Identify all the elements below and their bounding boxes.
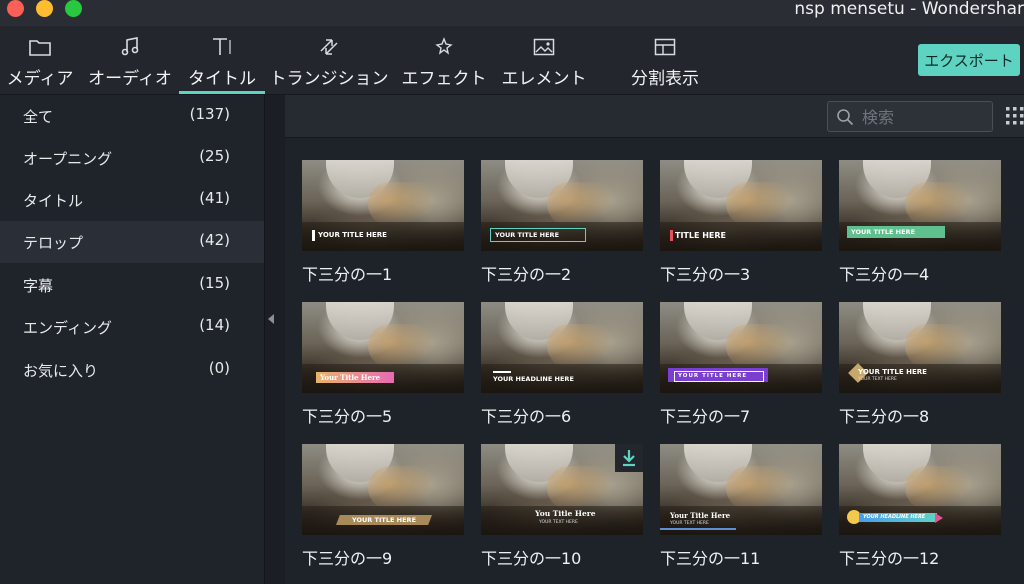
sidebar-item-count: (137): [189, 105, 230, 123]
sidebar-item-count: (15): [199, 274, 230, 292]
sidebar-item-count: (14): [199, 316, 230, 334]
tab-transitions[interactable]: トランジション: [269, 26, 389, 94]
panel-divider[interactable]: [264, 95, 286, 584]
template-label: 下三分の一4: [839, 265, 930, 284]
sidebar-item-label: オープニング: [23, 150, 113, 168]
overlay-text: YOUR TITLE HERE: [352, 516, 417, 524]
sidebar-item-opening[interactable]: オープニング (25): [0, 137, 264, 179]
overlay-text: YOUR TITLE HERE: [851, 228, 916, 236]
overlay-text: YOUR TITLE HERE: [858, 368, 927, 376]
overlay-subtext: YOUR TEXT HERE: [539, 520, 578, 525]
overlay-text: YOUR HEADLINE HERE: [863, 514, 926, 520]
tab-split-screen[interactable]: 分割表示: [625, 26, 705, 94]
template-label: 下三分の一5: [302, 407, 393, 426]
sidebar-item-label: 字幕: [23, 277, 54, 295]
sidebar-item-favorites[interactable]: お気に入り (0): [0, 349, 264, 391]
template-label: 下三分の一3: [660, 265, 751, 284]
sidebar-item-count: (42): [199, 231, 230, 249]
tab-audio[interactable]: オーディオ: [86, 26, 174, 94]
sidebar-item-count: (25): [199, 147, 230, 165]
effect-sparkle-icon: [432, 36, 456, 58]
tab-titles[interactable]: タイトル: [179, 26, 265, 94]
tab-media[interactable]: メディア: [4, 26, 76, 94]
overlay-text: YOUR HEADLINE HERE: [493, 375, 574, 383]
tab-elements-label: エレメント: [501, 69, 587, 89]
tab-effects-label: エフェクト: [401, 69, 487, 89]
template-thumbnail: TITLE HERE: [660, 160, 822, 251]
template-label: 下三分の一9: [302, 549, 393, 568]
sidebar-item-all[interactable]: 全て (137): [0, 95, 264, 137]
overlay-text: YOUR TITLE HERE: [678, 373, 748, 379]
sidebar-item-label: 全て: [23, 108, 54, 126]
template-thumbnail: YOUR TITLE HERE: [839, 160, 1001, 251]
tab-elements[interactable]: エレメント: [500, 26, 588, 94]
template-label: 下三分の一10: [481, 549, 582, 568]
split-screen-icon: [653, 36, 677, 58]
window-titlebar: nsp mensetu - Wondershar: [0, 0, 1024, 26]
close-window-button[interactable]: [7, 0, 24, 17]
search-input[interactable]: [860, 105, 990, 129]
tab-transitions-label: トランジション: [269, 69, 389, 89]
image-element-icon: [532, 36, 556, 58]
overlay-text: YOUR TITLE HERE: [318, 231, 387, 239]
download-icon: [623, 450, 635, 467]
template-label: 下三分の一11: [660, 549, 761, 568]
overlay-text: You Title Here: [535, 509, 596, 518]
template-label: 下三分の一12: [839, 549, 940, 568]
search-box[interactable]: [827, 101, 993, 132]
template-label: 下三分の一2: [481, 265, 572, 284]
overlay-subtext: YOUR TEXT HERE: [858, 377, 897, 382]
folder-icon: [28, 36, 52, 58]
music-note-icon: [118, 36, 142, 58]
template-thumbnail: You Title Here YOUR TEXT HERE: [481, 444, 643, 535]
tab-effects[interactable]: エフェクト: [400, 26, 488, 94]
minimize-window-button[interactable]: [36, 0, 53, 17]
sidebar-item-label: エンディング: [23, 319, 112, 337]
template-label: 下三分の一6: [481, 407, 572, 426]
download-button[interactable]: [615, 444, 643, 472]
zoom-window-button[interactable]: [65, 0, 82, 17]
sidebar-item-count: (41): [199, 189, 230, 207]
template-thumbnail: YOUR HEADLINE HERE: [839, 444, 1001, 535]
transition-icon: [317, 36, 341, 58]
tab-audio-label: オーディオ: [88, 69, 172, 89]
overlay-subtext: YOUR TEXT HERE: [670, 521, 709, 526]
sidebar-item-lower-thirds[interactable]: テロップ (42): [0, 221, 264, 263]
template-thumbnail: YOUR TITLE HERE: [481, 160, 643, 251]
sidebar-item-label: テロップ: [23, 234, 84, 252]
collapse-sidebar-icon[interactable]: [268, 314, 274, 324]
template-thumbnail: YOUR TITLE HERE: [302, 160, 464, 251]
sidebar-item-ending[interactable]: エンディング (14): [0, 306, 264, 348]
template-thumbnail: YOUR TITLE HERE: [302, 444, 464, 535]
sidebar-item-subtitles[interactable]: 字幕 (15): [0, 264, 264, 306]
export-button[interactable]: エクスポート: [918, 44, 1020, 76]
overlay-text: TITLE HERE: [675, 231, 727, 240]
sidebar-item-titles[interactable]: タイトル (41): [0, 179, 264, 221]
sidebar-item-label: お気に入り: [23, 362, 99, 380]
template-thumbnail: Your Title Here YOUR TEXT HERE: [660, 444, 822, 535]
sidebar-item-label: タイトル: [23, 192, 84, 210]
template-thumbnail: YOUR TITLE HERE: [660, 302, 822, 393]
tab-split-screen-label: 分割表示: [631, 69, 699, 89]
template-thumbnail: YOUR TITLE HERE YOUR TEXT HERE: [839, 302, 1001, 393]
sidebar-item-count: (0): [208, 359, 230, 377]
template-thumbnail: YOUR HEADLINE HERE: [481, 302, 643, 393]
tab-titles-label: タイトル: [188, 69, 256, 89]
text-title-icon: [210, 36, 234, 58]
main-toolbar: メディア オーディオ タイトル トランジション エフェクト エレメント 分割表示: [0, 26, 1024, 95]
grid-view-icon[interactable]: [1006, 107, 1024, 125]
overlay-text: YOUR TITLE HERE: [495, 231, 560, 239]
category-sidebar: 全て (137) オープニング (25) タイトル (41) テロップ (42)…: [0, 95, 264, 584]
window-title: nsp mensetu - Wondershar: [794, 0, 1024, 19]
tab-media-label: メディア: [6, 69, 74, 89]
overlay-text: Your Title Here: [320, 373, 381, 382]
template-label: 下三分の一8: [839, 407, 930, 426]
template-label: 下三分の一7: [660, 407, 751, 426]
overlay-text: Your Title Here: [670, 511, 731, 520]
template-label: 下三分の一1: [302, 265, 393, 284]
search-icon: [837, 109, 854, 126]
template-thumbnail: Your Title Here: [302, 302, 464, 393]
